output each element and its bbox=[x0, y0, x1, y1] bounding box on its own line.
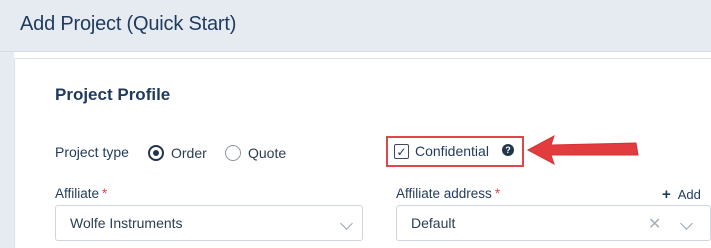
chevron-down-icon bbox=[680, 217, 693, 230]
confidential-checkbox[interactable]: ✓ bbox=[394, 144, 409, 159]
affiliate-address-label-text: Affiliate address bbox=[396, 186, 492, 201]
chevron-down-icon bbox=[340, 217, 353, 230]
radio-label-quote: Quote bbox=[248, 145, 287, 161]
affiliate-label-text: Affiliate bbox=[55, 186, 100, 201]
left-gutter bbox=[0, 52, 14, 248]
page-header: Add Project (Quick Start) bbox=[0, 0, 711, 52]
affiliate-address-select[interactable]: Default ✕ bbox=[396, 205, 711, 241]
radio-selected-icon bbox=[148, 145, 164, 161]
clear-icon[interactable]: ✕ bbox=[648, 214, 661, 234]
affiliate-label: Affiliate * bbox=[55, 186, 107, 201]
checkmark-icon: ✓ bbox=[396, 144, 407, 159]
affiliate-address-label: Affiliate address * bbox=[396, 186, 500, 201]
plus-icon: + bbox=[662, 186, 671, 203]
add-address-link[interactable]: + Add bbox=[662, 186, 701, 203]
page-title: Add Project (Quick Start) bbox=[20, 13, 237, 35]
affiliate-address-select-value: Default bbox=[411, 215, 456, 231]
section-title: Project Profile bbox=[55, 85, 171, 104]
annotation-arrow-icon bbox=[526, 134, 639, 166]
radio-label-order: Order bbox=[171, 145, 207, 161]
add-link-label: Add bbox=[677, 187, 701, 202]
radio-unselected-icon bbox=[225, 145, 241, 161]
project-type-label: Project type bbox=[55, 144, 129, 160]
project-type-order-radio[interactable]: Order bbox=[148, 144, 207, 162]
affiliate-select-value: Wolfe Instruments bbox=[70, 215, 183, 231]
project-type-quote-radio[interactable]: Quote bbox=[225, 144, 286, 162]
confidential-label: Confidential bbox=[415, 143, 489, 159]
question-circle-icon[interactable]: ? bbox=[502, 144, 514, 156]
affiliate-select[interactable]: Wolfe Instruments bbox=[55, 205, 363, 241]
required-mark: * bbox=[102, 186, 108, 201]
required-mark: * bbox=[494, 186, 501, 201]
